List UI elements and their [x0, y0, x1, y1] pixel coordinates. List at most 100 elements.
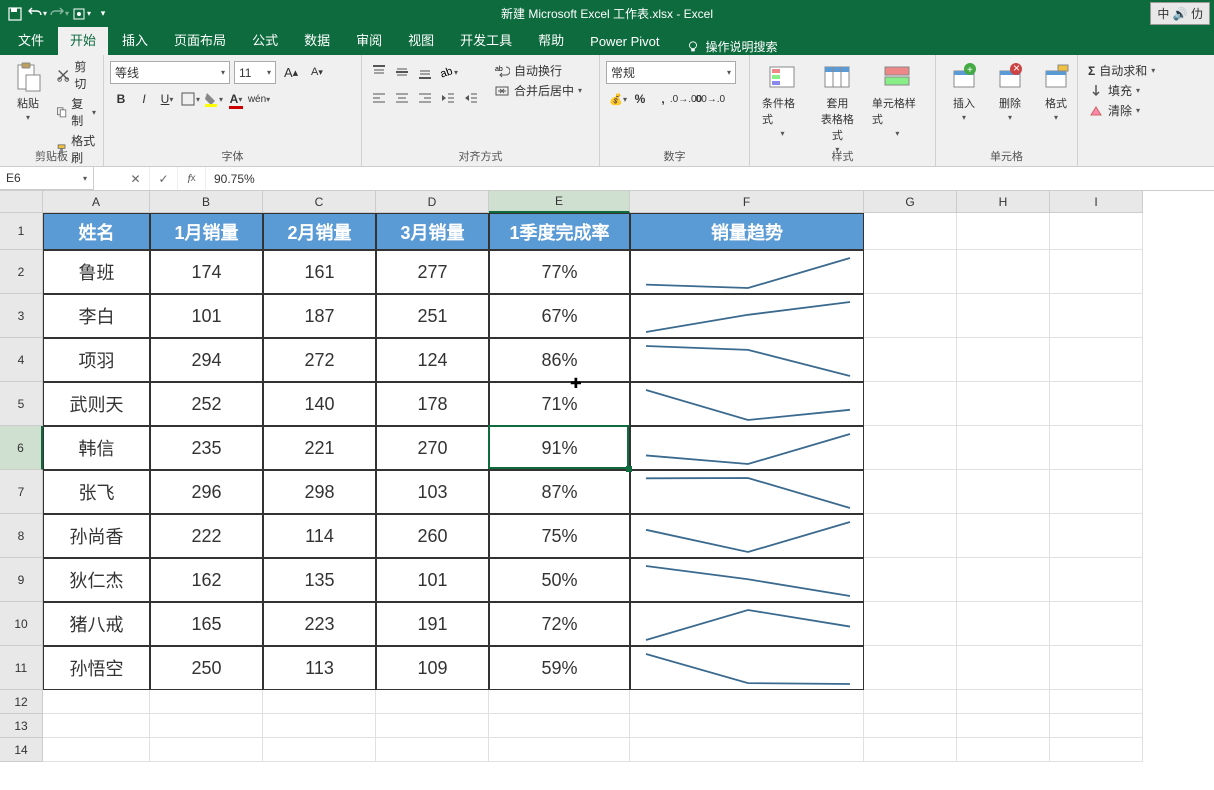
cell-F14[interactable] — [630, 738, 864, 762]
row-header-13[interactable]: 13 — [0, 714, 43, 738]
cell-I9[interactable] — [1050, 558, 1143, 602]
cell-E8[interactable]: 75% — [489, 514, 630, 558]
cell-F3[interactable] — [630, 294, 864, 338]
cell-A10[interactable]: 猪八戒 — [43, 602, 150, 646]
increase-font-button[interactable]: A▴ — [280, 61, 302, 83]
tab-Power Pivot[interactable]: Power Pivot — [578, 28, 671, 55]
fill-handle[interactable] — [626, 466, 632, 472]
cell-F4[interactable] — [630, 338, 864, 382]
cell-A9[interactable]: 狄仁杰 — [43, 558, 150, 602]
col-header-G[interactable]: G — [864, 191, 957, 213]
cell-H8[interactable] — [957, 514, 1050, 558]
row-header-7[interactable]: 7 — [0, 470, 43, 514]
align-top-button[interactable] — [368, 61, 390, 83]
decrease-font-button[interactable]: A▾ — [306, 61, 328, 83]
cell-C4[interactable]: 272 — [263, 338, 376, 382]
cell-A13[interactable] — [43, 714, 150, 738]
cell-H7[interactable] — [957, 470, 1050, 514]
align-center-button[interactable] — [391, 87, 413, 109]
row-header-12[interactable]: 12 — [0, 690, 43, 714]
cell-F13[interactable] — [630, 714, 864, 738]
cell-G14[interactable] — [864, 738, 957, 762]
number-format-combo[interactable]: 常规▾ — [606, 61, 736, 84]
row-header-6[interactable]: 6 — [0, 426, 43, 470]
cell-H11[interactable] — [957, 646, 1050, 690]
cell-F11[interactable] — [630, 646, 864, 690]
copy-button[interactable]: 复制▾ — [52, 94, 100, 130]
col-header-F[interactable]: F — [630, 191, 864, 213]
cell-H13[interactable] — [957, 714, 1050, 738]
cell-C1[interactable]: 2月销量 — [263, 213, 376, 250]
cell-F8[interactable] — [630, 514, 864, 558]
cell-E5[interactable]: 71% — [489, 382, 630, 426]
paste-button[interactable]: 粘贴 ▾ — [6, 57, 50, 126]
orientation-button[interactable]: ab▾ — [437, 61, 459, 83]
cell-D10[interactable]: 191 — [376, 602, 489, 646]
cell-H4[interactable] — [957, 338, 1050, 382]
enter-formula-button[interactable]: ✓ — [150, 167, 178, 190]
cell-F2[interactable] — [630, 250, 864, 294]
cell-B6[interactable]: 235 — [150, 426, 263, 470]
phonetic-button[interactable]: wén▾ — [248, 88, 270, 110]
cell-F6[interactable] — [630, 426, 864, 470]
cell-B5[interactable]: 252 — [150, 382, 263, 426]
cell-B13[interactable] — [150, 714, 263, 738]
cell-A8[interactable]: 孙尚香 — [43, 514, 150, 558]
cell-G8[interactable] — [864, 514, 957, 558]
qat-customize[interactable]: ▾ — [92, 3, 114, 25]
cell-H12[interactable] — [957, 690, 1050, 714]
cell-G3[interactable] — [864, 294, 957, 338]
fill-button[interactable]: 填充▾ — [1084, 81, 1144, 100]
cell-C7[interactable]: 298 — [263, 470, 376, 514]
cell-D2[interactable]: 277 — [376, 250, 489, 294]
cell-A14[interactable] — [43, 738, 150, 762]
cell-I1[interactable] — [1050, 213, 1143, 250]
cell-G12[interactable] — [864, 690, 957, 714]
cell-B11[interactable]: 250 — [150, 646, 263, 690]
cell-H14[interactable] — [957, 738, 1050, 762]
decrease-decimal-button[interactable]: .00→.0 — [698, 88, 720, 110]
wrap-text-button[interactable]: ab自动换行 — [490, 61, 586, 80]
cell-D7[interactable]: 103 — [376, 470, 489, 514]
cell-I2[interactable] — [1050, 250, 1143, 294]
cell-E13[interactable] — [489, 714, 630, 738]
cell-H10[interactable] — [957, 602, 1050, 646]
cell-I8[interactable] — [1050, 514, 1143, 558]
cell-D13[interactable] — [376, 714, 489, 738]
cell-H5[interactable] — [957, 382, 1050, 426]
cell-I3[interactable] — [1050, 294, 1143, 338]
cell-B10[interactable]: 165 — [150, 602, 263, 646]
cell-G13[interactable] — [864, 714, 957, 738]
cell-A4[interactable]: 项羽 — [43, 338, 150, 382]
qat-undo[interactable]: ▾ — [26, 3, 48, 25]
cell-C10[interactable]: 223 — [263, 602, 376, 646]
tell-me-search[interactable]: 操作说明搜索 — [674, 38, 790, 55]
cell-B14[interactable] — [150, 738, 263, 762]
cell-B1[interactable]: 1月销量 — [150, 213, 263, 250]
tab-开发工具[interactable]: 开发工具 — [448, 24, 524, 55]
cell-I6[interactable] — [1050, 426, 1143, 470]
cancel-formula-button[interactable]: ✕ — [122, 167, 150, 190]
cell-A7[interactable]: 张飞 — [43, 470, 150, 514]
cell-D4[interactable]: 124 — [376, 338, 489, 382]
tab-公式[interactable]: 公式 — [240, 24, 290, 55]
row-header-8[interactable]: 8 — [0, 514, 43, 558]
row-header-14[interactable]: 14 — [0, 738, 43, 762]
cell-C14[interactable] — [263, 738, 376, 762]
cell-C9[interactable]: 135 — [263, 558, 376, 602]
cell-D3[interactable]: 251 — [376, 294, 489, 338]
col-header-I[interactable]: I — [1050, 191, 1143, 213]
delete-cells-button[interactable]: ×删除▾ — [988, 57, 1032, 126]
italic-button[interactable]: I — [133, 88, 155, 110]
cell-C12[interactable] — [263, 690, 376, 714]
cell-A6[interactable]: 韩信 — [43, 426, 150, 470]
cell-E4[interactable]: 86% — [489, 338, 630, 382]
autosum-button[interactable]: Σ自动求和▾ — [1084, 61, 1159, 80]
cell-E3[interactable]: 67% — [489, 294, 630, 338]
cell-I13[interactable] — [1050, 714, 1143, 738]
cell-G9[interactable] — [864, 558, 957, 602]
name-box[interactable]: E6▾ — [0, 167, 94, 190]
cell-F10[interactable] — [630, 602, 864, 646]
qat-touch[interactable]: ▾ — [70, 3, 92, 25]
cell-I11[interactable] — [1050, 646, 1143, 690]
